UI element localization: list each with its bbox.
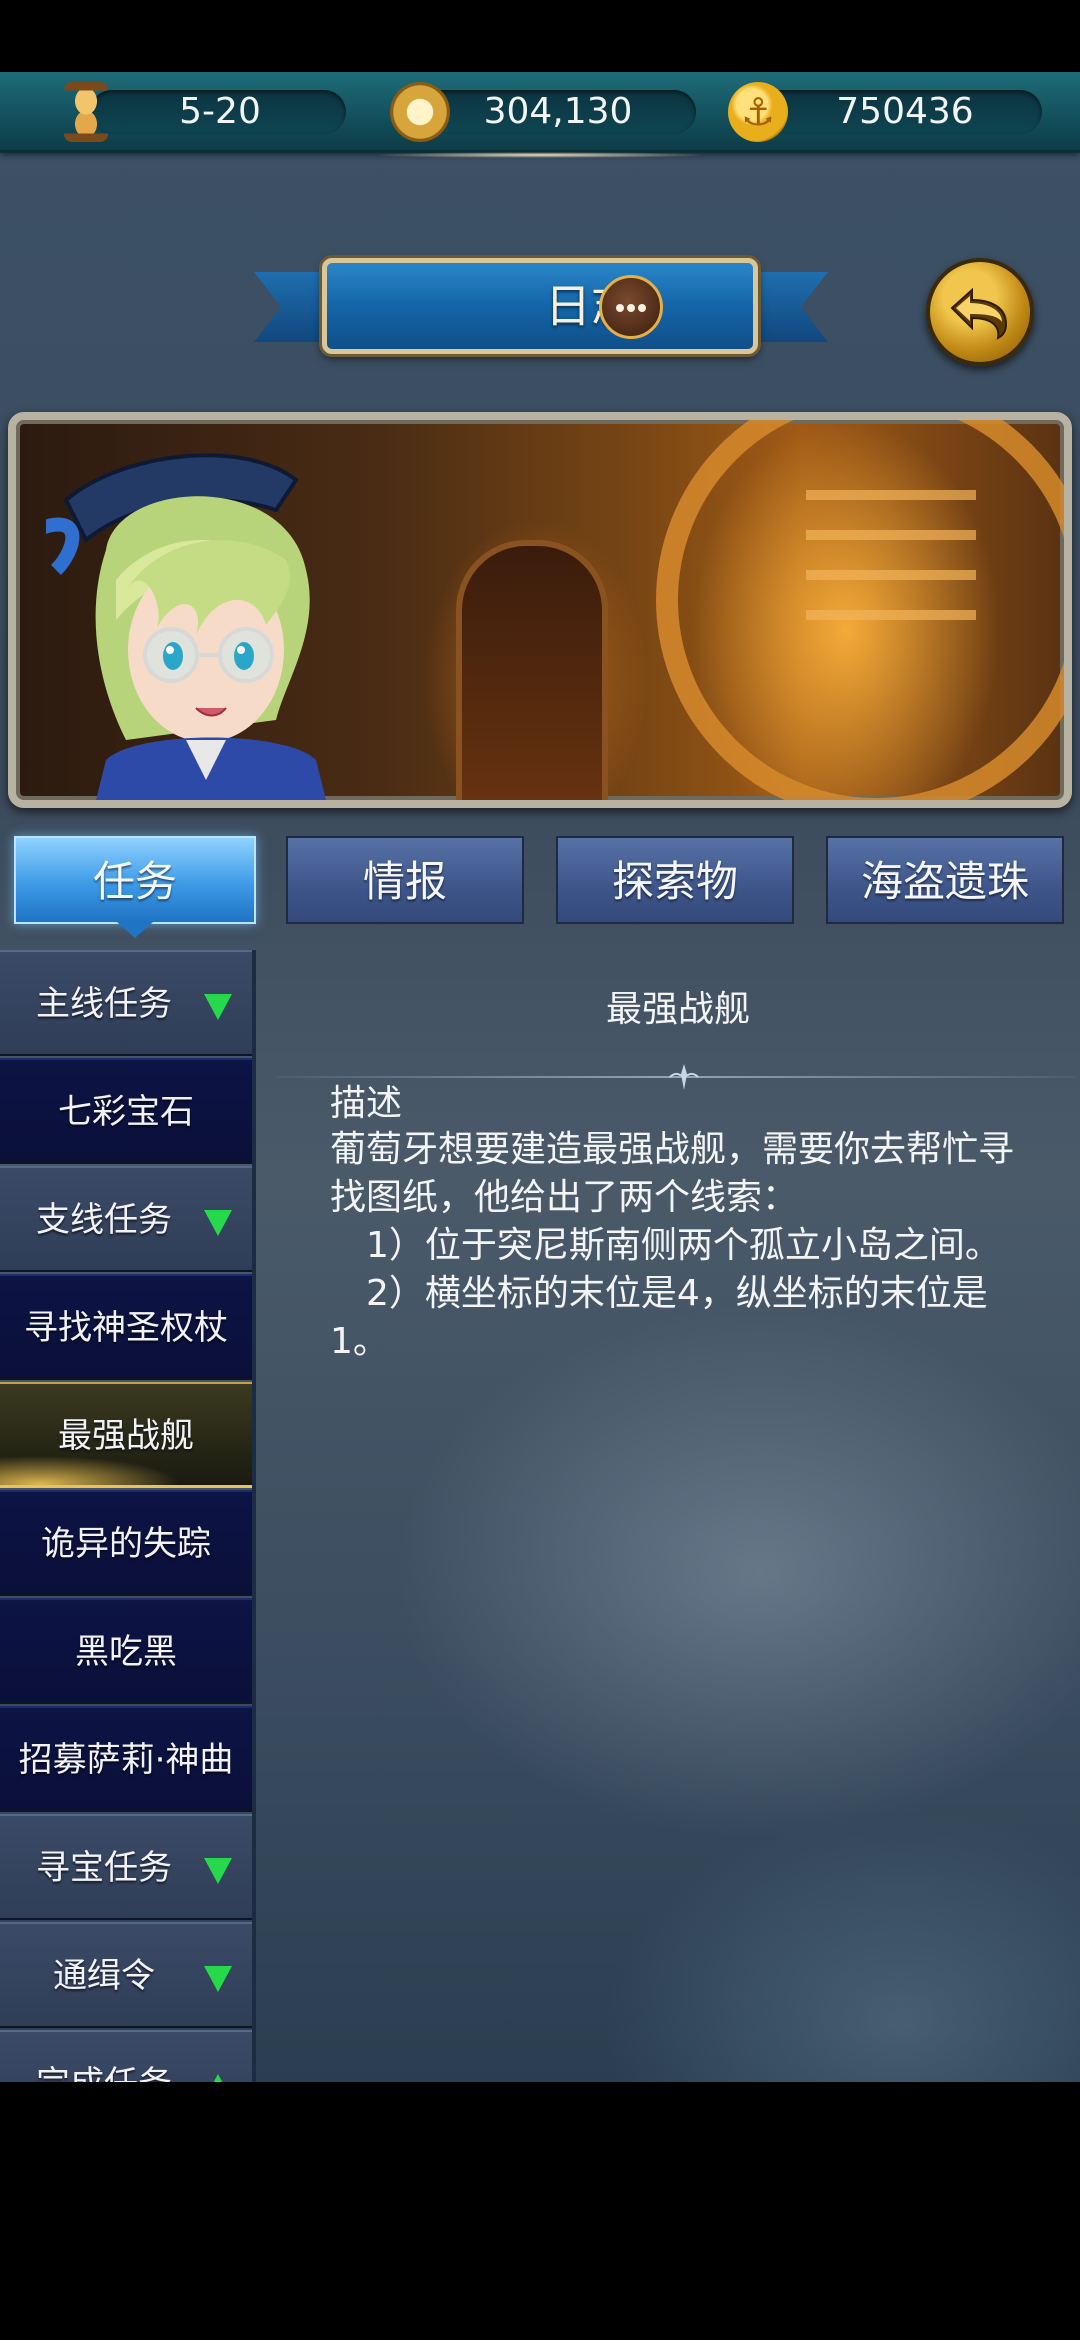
quest-item-holy-scepter[interactable]: 寻找神圣权杖 [0, 1274, 252, 1380]
category-completed[interactable]: 完成任务 [0, 2030, 252, 2082]
anchor-coin-icon: ⚓ [728, 82, 788, 142]
hourglass-icon [64, 82, 108, 142]
expand-arrow-down-icon [204, 1966, 232, 1992]
stair-step [806, 570, 976, 580]
back-button[interactable] [926, 258, 1034, 366]
compass-value: 304,130 [483, 91, 633, 132]
compass-icon [390, 82, 450, 142]
category-side-quests[interactable]: 支线任务 [0, 1166, 252, 1272]
quest-list-label: 支线任务 [36, 1200, 172, 1240]
tab-tasks[interactable]: 任务 [14, 836, 256, 938]
quest-list-label: 诡异的失踪 [41, 1524, 211, 1564]
game-screen: 5-20 304,130 750436 ⚓ 日志 任务 情报 探索物 海盗遗珠 … [0, 72, 1080, 2082]
expand-arrow-down-icon [204, 994, 232, 1020]
title-banner: 日志 [322, 258, 758, 354]
collapse-arrow-up-icon [204, 2074, 232, 2082]
description-body: 葡萄牙想要建造最强战舰，需要你去帮忙寻找图纸，他给出了两个线索： 1）位于突尼斯… [330, 1129, 1015, 1362]
quest-item-strongest-warship[interactable]: 最强战舰 [0, 1382, 252, 1488]
description-heading: 描述 [330, 1083, 403, 1124]
stair-step [806, 530, 976, 540]
quest-list-label: 主线任务 [36, 984, 172, 1024]
tab-pirate-pearls[interactable]: 海盗遗珠 [826, 836, 1064, 924]
coin-resource: 750436 [760, 90, 1042, 134]
quest-item-strange-disappearance[interactable]: 诡异的失踪 [0, 1490, 252, 1596]
quest-list-label: 最强战舰 [58, 1416, 194, 1456]
quest-item-recruit-sally[interactable]: 招募萨莉·神曲 [0, 1706, 252, 1812]
stage-resource: 5-20 [90, 90, 346, 134]
coin-value: 750436 [836, 91, 974, 132]
quest-list-label: 完成任务 [0, 2032, 208, 2082]
quest-list-label: 寻宝任务 [36, 1848, 172, 1888]
compass-resource: 304,130 [418, 90, 696, 134]
resource-bar: 5-20 304,130 750436 ⚓ [0, 72, 1080, 158]
tab-intel[interactable]: 情报 [286, 836, 524, 924]
stair-step [806, 490, 976, 500]
category-treasure-quests[interactable]: 寻宝任务 [0, 1814, 252, 1920]
quest-list-label: 寻找神圣权杖 [24, 1308, 228, 1348]
stage-value: 5-20 [179, 91, 261, 132]
quest-item-rainbow-gem[interactable]: 七彩宝石 [0, 1058, 252, 1164]
quest-list-label: 七彩宝石 [58, 1092, 194, 1132]
quest-item-double-cross[interactable]: 黑吃黑 [0, 1598, 252, 1704]
stair-step [806, 610, 976, 620]
expand-arrow-down-icon [204, 1210, 232, 1236]
category-main-quests[interactable]: 主线任务 [0, 950, 252, 1056]
chat-bubble-icon[interactable] [599, 275, 663, 339]
quest-list-label: 招募萨莉·神曲 [18, 1740, 234, 1780]
quest-list-label: 通缉令 [53, 1956, 155, 1996]
quest-list-label: 黑吃黑 [75, 1632, 177, 1672]
back-arrow-icon [950, 287, 1008, 340]
navigator-character-portrait [46, 453, 326, 800]
tab-explorations[interactable]: 探索物 [556, 836, 794, 924]
category-wanted[interactable]: 通缉令 [0, 1922, 252, 2028]
expand-arrow-down-icon [204, 1858, 232, 1884]
portrait-panel [8, 412, 1072, 808]
page-title: 日志 [545, 279, 637, 333]
divider-ornament-icon [669, 1064, 699, 1090]
doorway-decoration [456, 540, 608, 800]
quest-detail-title: 最强战舰 [605, 989, 750, 1030]
quest-list: 主线任务 七彩宝石 支线任务 寻找神圣权杖 最强战舰 诡异的失踪 黑吃黑 招募萨… [0, 950, 256, 2082]
